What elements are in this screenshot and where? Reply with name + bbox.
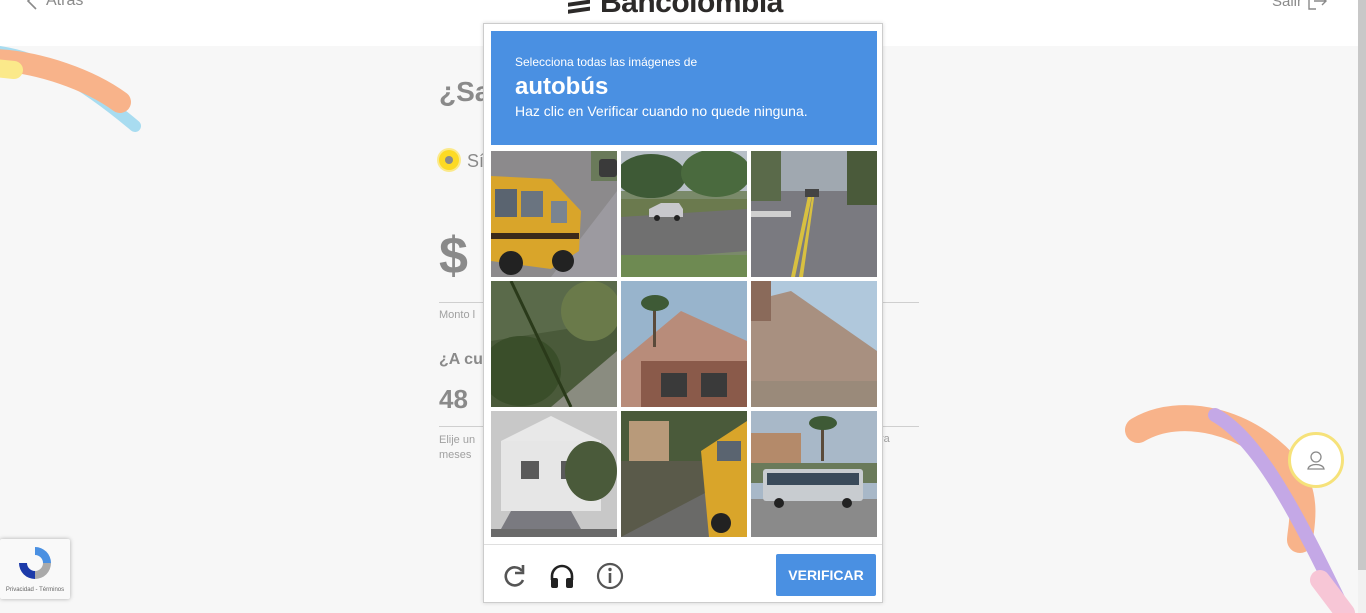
- captcha-tile-1[interactable]: [491, 151, 617, 277]
- captcha-tile-8[interactable]: [621, 411, 747, 537]
- plants-image: [491, 281, 617, 407]
- assistant-button[interactable]: [1288, 432, 1344, 488]
- exit-label: Salir: [1271, 0, 1302, 10]
- scrollbar-thumb[interactable]: [1358, 0, 1366, 570]
- reload-icon[interactable]: [500, 562, 528, 590]
- radio-yes[interactable]: [439, 150, 459, 170]
- captcha-target-word: autobús: [515, 73, 609, 100]
- term-value[interactable]: 48: [439, 384, 468, 415]
- bus-road-image: [621, 411, 747, 537]
- captcha-tile-6[interactable]: [751, 281, 877, 407]
- captcha-header: Selecciona todas las imágenes de autobús…: [491, 31, 877, 145]
- captcha-tile-2[interactable]: [621, 151, 747, 277]
- back-label: Atrás: [46, 0, 84, 9]
- street-image: [751, 151, 877, 277]
- captcha-tile-9[interactable]: [751, 411, 877, 537]
- city-bus-image: [751, 411, 877, 537]
- road-car-image: [621, 151, 747, 277]
- bancolombia-logo-icon: [568, 0, 590, 14]
- house-palm-image: [621, 281, 747, 407]
- roof-image: [751, 281, 877, 407]
- audio-icon[interactable]: [548, 562, 576, 590]
- back-link[interactable]: Atrás: [26, 0, 83, 10]
- radio-yes-label: Sí: [467, 151, 485, 171]
- captcha-tile-7[interactable]: [491, 411, 617, 537]
- chevron-left-icon: [26, 0, 37, 10]
- white-house-image: [491, 411, 617, 537]
- brand-logo: Bancolombia: [566, 0, 783, 20]
- info-icon[interactable]: [596, 562, 624, 590]
- verify-button[interactable]: VERIFICAR: [776, 554, 876, 596]
- brand-name: Bancolombia: [600, 0, 783, 19]
- assistant-icon: [1307, 451, 1325, 470]
- captcha-hint: Haz clic en Verificar cuando no quede ni…: [515, 103, 808, 119]
- page-scrollbar[interactable]: [1358, 0, 1366, 613]
- recaptcha-footer[interactable]: Privacidad - Términos: [0, 587, 70, 593]
- captcha-instruction: Selecciona todas las imágenes de: [515, 55, 698, 69]
- captcha-dialog: Selecciona todas las imágenes de autobús…: [483, 23, 883, 603]
- captcha-footer-divider: [484, 544, 882, 545]
- recaptcha-badge[interactable]: Privacidad - Términos: [0, 539, 70, 599]
- captcha-tile-4[interactable]: [491, 281, 617, 407]
- captcha-tile-5[interactable]: [621, 281, 747, 407]
- captcha-tile-3[interactable]: [751, 151, 877, 277]
- school-bus-image: [491, 151, 617, 277]
- amount-hint: Monto l: [439, 309, 476, 321]
- exit-icon: [1308, 0, 1327, 10]
- exit-link[interactable]: Salir: [1272, 0, 1328, 10]
- recaptcha-logo-icon: [19, 547, 51, 579]
